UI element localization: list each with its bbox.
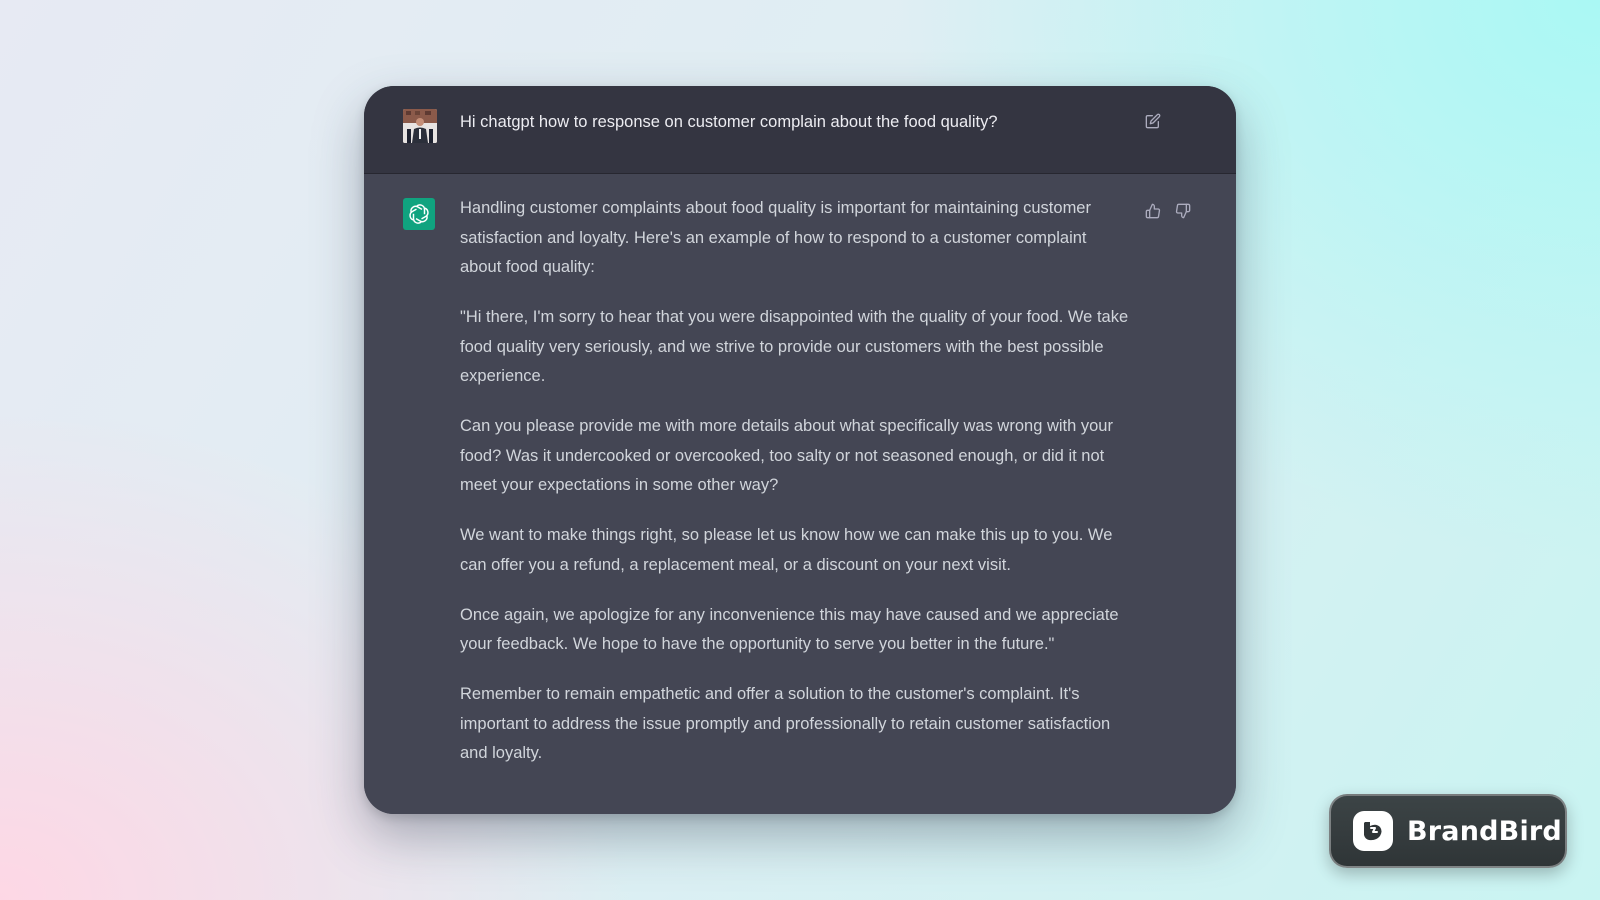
thumbs-down-button[interactable] bbox=[1172, 200, 1194, 222]
user-message-text: Hi chatgpt how to response on customer c… bbox=[460, 113, 998, 131]
bird-icon bbox=[1364, 822, 1382, 841]
reply-paragraph-6: Remember to remain empathetic and offer … bbox=[460, 685, 1111, 762]
brandbird-logo-icon bbox=[1353, 811, 1393, 851]
thumbs-down-icon bbox=[1175, 203, 1191, 219]
brand-name: BrandBird bbox=[1407, 815, 1562, 847]
thumbs-up-icon bbox=[1145, 203, 1161, 219]
edit-icon bbox=[1145, 113, 1161, 129]
user-avatar bbox=[403, 109, 437, 143]
reply-paragraph-2: "Hi there, I'm sorry to hear that you we… bbox=[460, 308, 1129, 385]
edit-message-button[interactable] bbox=[1142, 110, 1164, 132]
reply-paragraph-4: We want to make things right, so please … bbox=[460, 526, 1113, 574]
reply-paragraph-1: Handling customer complaints about food … bbox=[460, 199, 1091, 276]
assistant-reply: Handling customer complaints about food … bbox=[460, 194, 1132, 769]
thumbs-up-button[interactable] bbox=[1142, 200, 1164, 222]
reply-paragraph-5: Once again, we apologize for any inconve… bbox=[460, 605, 1119, 654]
reply-paragraph-3: Can you please provide me with more deta… bbox=[460, 417, 1113, 494]
chat-card: Hi chatgpt how to response on customer c… bbox=[364, 86, 1236, 814]
user-message-row: Hi chatgpt how to response on customer c… bbox=[364, 86, 1236, 174]
assistant-message-row: Handling customer complaints about food … bbox=[364, 174, 1236, 814]
brandbird-badge: BrandBird bbox=[1329, 794, 1567, 868]
user-photo bbox=[403, 109, 437, 143]
assistant-avatar bbox=[403, 198, 435, 230]
openai-logo-icon bbox=[409, 204, 429, 224]
